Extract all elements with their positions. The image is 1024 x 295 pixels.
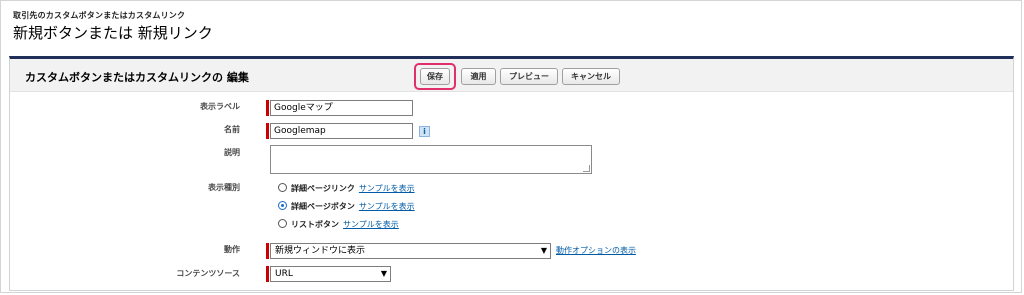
panel-header: カスタムボタンまたはカスタムリンクの 編集 保存 適用 プレビュー キャンセル (10, 59, 1013, 92)
cancel-button[interactable]: キャンセル (562, 68, 620, 85)
save-button[interactable]: 保存 (420, 68, 450, 85)
content-source-select[interactable]: URL ▼ (270, 266, 391, 282)
required-marker (266, 100, 269, 116)
name-input[interactable]: Googlemap (270, 123, 413, 139)
display-label-label: 表示ラベル (200, 102, 240, 111)
info-icon[interactable]: i (419, 126, 430, 137)
page-subtitle: 取引先のカスタムボタンまたはカスタムリンク (13, 11, 186, 20)
preview-button[interactable]: プレビュー (500, 68, 558, 85)
radio-icon[interactable] (278, 219, 287, 228)
content-source-label: コンテンツソース (176, 269, 240, 278)
radio-option-detail-link[interactable]: 詳細ページリンク サンプルを表示 (278, 183, 415, 194)
description-label: 説明 (224, 148, 240, 157)
name-label: 名前 (224, 125, 240, 134)
chevron-down-icon: ▼ (380, 269, 387, 278)
description-textarea[interactable] (270, 145, 592, 174)
required-marker (266, 243, 269, 259)
sample-link[interactable]: サンプルを表示 (343, 220, 399, 229)
behavior-select[interactable]: 新規ウィンドウに表示 ▼ (270, 243, 551, 259)
sample-link[interactable]: サンプルを表示 (359, 184, 415, 193)
radio-option-list-button[interactable]: リストボタン サンプルを表示 (278, 219, 399, 230)
radio-selected-icon[interactable] (278, 201, 287, 210)
page-title: 新規ボタンまたは 新規リンク (13, 24, 213, 42)
behavior-options-link[interactable]: 動作オプションの表示 (556, 245, 636, 256)
required-marker (266, 123, 269, 139)
behavior-label: 動作 (224, 245, 240, 254)
radio-icon[interactable] (278, 183, 287, 192)
resize-handle-icon[interactable] (583, 165, 590, 172)
required-marker (266, 266, 269, 282)
display-label-input[interactable]: Googleマップ (270, 100, 413, 116)
panel-title: カスタムボタンまたはカスタムリンクの 編集 (25, 71, 249, 84)
apply-button[interactable]: 適用 (461, 68, 496, 85)
radio-option-detail-button[interactable]: 詳細ページボタン サンプルを表示 (278, 201, 415, 212)
chevron-down-icon: ▼ (540, 246, 547, 255)
sample-link[interactable]: サンプルを表示 (359, 202, 415, 211)
display-type-label: 表示種別 (208, 183, 240, 192)
